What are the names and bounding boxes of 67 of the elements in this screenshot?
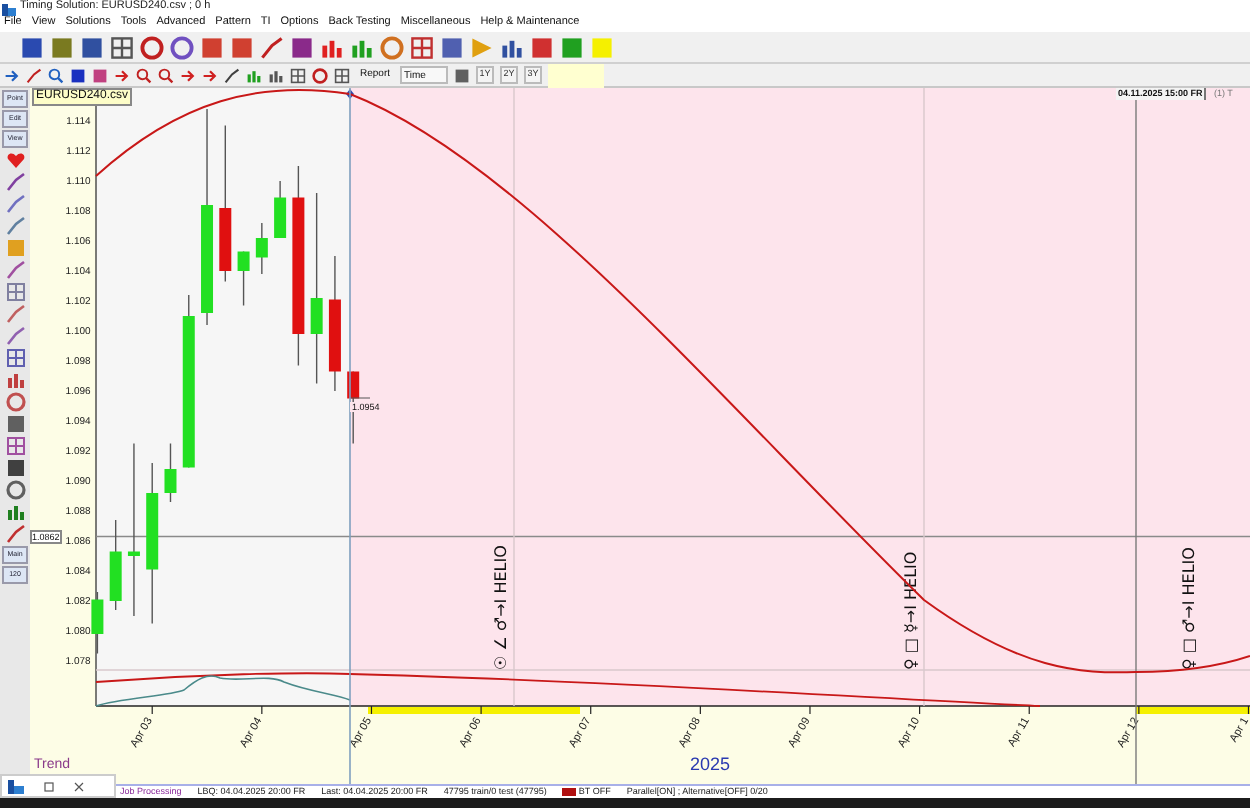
candle — [328, 255, 341, 392]
line-icon[interactable] — [26, 67, 42, 83]
app-icon — [8, 779, 24, 793]
square-icon[interactable] — [5, 458, 25, 478]
square-icon[interactable] — [440, 35, 464, 59]
magnifier-icon[interactable] — [48, 67, 64, 83]
grid-icon[interactable] — [5, 348, 25, 368]
event-label: ♀ □ ♂→I HELIO — [1180, 547, 1198, 670]
circle-icon[interactable] — [380, 35, 404, 59]
year-label: 2025 — [690, 756, 731, 774]
minimized-window[interactable] — [0, 774, 116, 798]
square-icon[interactable] — [290, 35, 314, 59]
bars-icon[interactable] — [5, 502, 25, 522]
toolbar-panel — [548, 63, 605, 87]
square-icon[interactable] — [50, 35, 74, 59]
event-label: ☉ ∠ ♂→I HELIO — [492, 545, 510, 670]
line-icon[interactable] — [5, 260, 25, 280]
candle — [274, 180, 287, 239]
circle-icon[interactable] — [5, 480, 25, 500]
bars-icon[interactable] — [246, 67, 262, 83]
circle-icon[interactable] — [5, 392, 25, 412]
arrow-icon[interactable] — [4, 67, 20, 83]
app-icon — [2, 1, 16, 15]
bars-icon[interactable] — [5, 370, 25, 390]
cursor-marker-icon[interactable] — [346, 89, 354, 99]
bars-icon[interactable] — [268, 67, 284, 83]
candle — [255, 222, 268, 275]
line-icon[interactable] — [5, 524, 25, 544]
circle-icon[interactable] — [312, 67, 328, 83]
arrow-icon[interactable] — [202, 67, 218, 83]
square-icon[interactable] — [5, 414, 25, 434]
bars-icon[interactable] — [500, 35, 524, 59]
highlight-bar — [1136, 707, 1250, 714]
line-icon[interactable] — [224, 67, 240, 83]
candle — [91, 591, 104, 655]
candle — [164, 442, 177, 503]
square-icon[interactable] — [20, 35, 44, 59]
grid-icon[interactable] — [110, 35, 134, 59]
close-icon[interactable] — [74, 781, 84, 791]
square-icon[interactable] — [70, 67, 86, 83]
square-icon[interactable] — [92, 67, 108, 83]
arrow-icon[interactable] — [180, 67, 196, 83]
restore-icon[interactable] — [44, 781, 54, 791]
grid-icon[interactable] — [5, 282, 25, 302]
line-icon[interactable] — [5, 326, 25, 346]
grid-icon[interactable] — [5, 436, 25, 456]
bars-icon[interactable] — [350, 35, 374, 59]
candle — [237, 250, 250, 307]
square-icon[interactable] — [230, 35, 254, 59]
magnifier-icon[interactable] — [158, 67, 174, 83]
square-icon[interactable] — [80, 35, 104, 59]
line-icon[interactable] — [5, 172, 25, 192]
square-icon[interactable] — [530, 35, 554, 59]
arrow-icon[interactable] — [114, 67, 130, 83]
circle-icon[interactable] — [140, 35, 164, 59]
heart-icon[interactable] — [5, 150, 25, 170]
bars-icon[interactable] — [320, 35, 344, 59]
square-icon[interactable] — [454, 67, 471, 83]
magnifier-icon[interactable] — [136, 67, 152, 83]
grid-icon[interactable] — [290, 67, 306, 83]
event-label: ♀ □ ☿→I HELIO — [902, 551, 920, 670]
candle — [109, 519, 122, 611]
square-icon[interactable] — [200, 35, 224, 59]
line-icon[interactable] — [260, 35, 284, 59]
grid-icon[interactable] — [410, 35, 434, 59]
grid-icon[interactable] — [334, 67, 350, 83]
circle-icon[interactable] — [170, 35, 194, 59]
